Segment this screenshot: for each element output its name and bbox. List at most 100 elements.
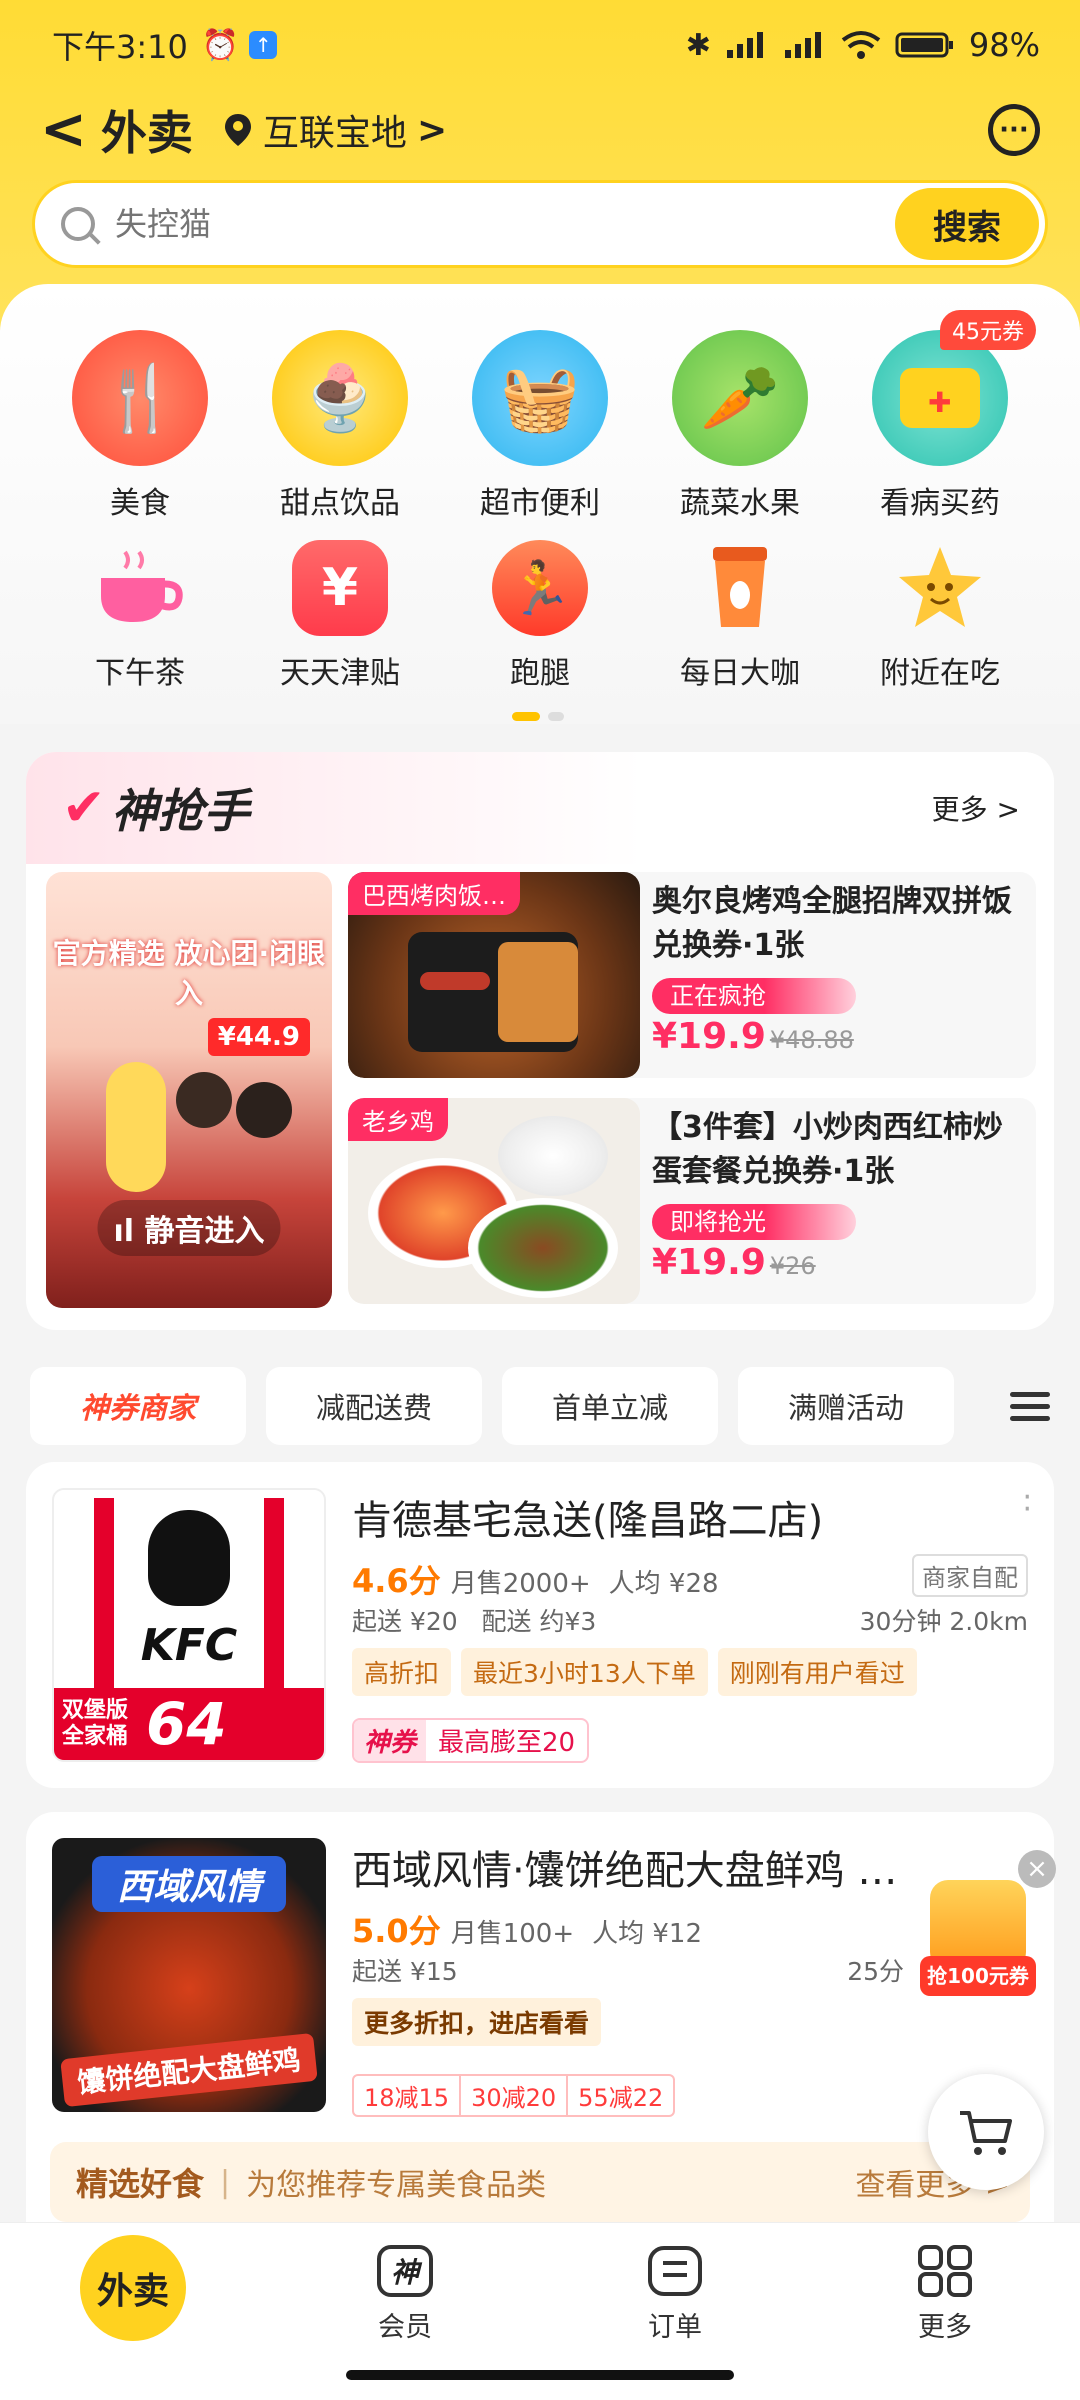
recommend-desc: 为您推荐专属美食品类	[246, 2168, 547, 2203]
filter-gift-promo[interactable]: 满赠活动	[738, 1367, 954, 1445]
category-label: 甜点饮品	[280, 486, 400, 521]
cart-button[interactable]	[928, 2074, 1044, 2190]
deal-status: 正在疯抢	[652, 978, 856, 1014]
filter-menu-icon[interactable]	[1010, 1391, 1050, 1421]
category-label: 下午茶	[95, 656, 185, 691]
store-tag: 最近3小时13人下单	[461, 1648, 708, 1696]
nav-waimai[interactable]: 外卖	[80, 2235, 186, 2341]
message-icon[interactable]: ···	[988, 104, 1040, 156]
status-time: 下午3:10	[52, 28, 188, 66]
mute-enter-button[interactable]: ıl 静音进入	[97, 1200, 281, 1256]
deal-shop-tag: 老乡鸡	[348, 1098, 448, 1141]
category-daily-allowance[interactable]: ¥ 天天津贴	[240, 540, 440, 692]
store-time-distance: 30分钟 2.0km	[859, 1607, 1028, 1636]
kfc-logo-text: KFC	[140, 1620, 238, 1671]
category-supermarket[interactable]: 🧺 超市便利	[440, 330, 640, 522]
home-indicator[interactable]	[346, 2370, 734, 2380]
store-rating: 5.0分	[352, 1912, 441, 1950]
nav-orders[interactable]: 订单	[605, 2245, 745, 2344]
search-button[interactable]: 搜索	[895, 188, 1039, 260]
kfc-logo-icon	[148, 1510, 230, 1606]
category-errand[interactable]: 🏃 跑腿	[440, 540, 640, 692]
medicine-kit-icon: ✚ 45元券	[872, 310, 1036, 466]
category-food[interactable]: 🍴 美食	[40, 330, 240, 522]
thumb-promo-text: 双堡版全家桶	[62, 1698, 129, 1749]
store-time-distance: 25分	[847, 1957, 904, 1986]
deal-shop-tag: 巴西烤肉饭…	[348, 872, 520, 915]
store-min-order: 起送 ¥15	[352, 1957, 458, 1986]
recommend-title: 精选好食	[76, 2165, 205, 2203]
coupon-chip: 55减22	[568, 2074, 676, 2117]
utensils-icon: 🍴	[72, 330, 208, 466]
category-daily-coffee[interactable]: 每日大咖	[640, 540, 840, 692]
search-icon	[61, 207, 95, 241]
nav-label: 更多	[918, 2312, 972, 2343]
location-selector[interactable]: 互联宝地 >	[223, 104, 447, 156]
live-stream-card[interactable]: 官方精选 放心团·闭眼入 ¥44.9 ıl 静音进入	[46, 872, 332, 1308]
search-input[interactable]	[115, 205, 895, 243]
flash-more-link[interactable]: 更多 >	[932, 788, 1020, 828]
basket-icon: 🧺	[472, 330, 608, 466]
yuan-coupon-icon: ¥	[292, 540, 388, 636]
store-name: 肯德基宅急送(隆昌路二店)	[352, 1498, 824, 1544]
coupon-chip: 30减20	[461, 2074, 569, 2117]
page-indicator	[512, 712, 564, 721]
store-card[interactable]: 西域风情 馕饼绝配大盘鲜鸡 西域风情·馕饼绝配大盘鲜鸡 … 5.0分 月售100…	[26, 1812, 1054, 2252]
store-coupon: 神券 最高膨至20	[352, 1718, 590, 1763]
live-headline: 官方精选 放心团·闭眼入	[52, 937, 326, 1010]
nav-more[interactable]: 更多	[875, 2245, 1015, 2344]
deal-image: 老乡鸡	[348, 1098, 640, 1304]
deal-item[interactable]: 巴西烤肉饭… 奥尔良烤鸡全腿招牌双拼饭兑换券·1张 正在疯抢 ¥19.9 ¥48.…	[348, 872, 1036, 1078]
category-medicine[interactable]: ✚ 45元券 看病买药	[840, 310, 1040, 522]
location-name: 互联宝地	[262, 113, 407, 154]
deal-name: 【3件套】小炒肉西红柿炒蛋套餐兑换券·1张	[652, 1110, 1003, 1189]
category-panel: 🍴 美食 🍨 甜点饮品 🧺 超市便利 🥕 蔬菜水果 ✚ 45元券 看病买药 下午…	[0, 284, 1080, 724]
cart-icon	[960, 2111, 1012, 2155]
app-header: < 外卖 互联宝地 > ···	[40, 100, 1040, 160]
battery-icon	[895, 32, 953, 58]
store-avg-price: 人均 ¥12	[592, 1919, 703, 1949]
more-options-icon[interactable]: · ·	[1022, 1483, 1032, 1525]
back-button[interactable]: <	[40, 102, 87, 158]
filter-first-order[interactable]: 首单立减	[502, 1367, 718, 1445]
store-rating-row: 5.0分 月售100+ 人均 ¥12	[352, 1906, 702, 1952]
deal-item[interactable]: 老乡鸡 【3件套】小炒肉西红柿炒蛋套餐兑换券·1张 即将抢光 ¥19.9 ¥26	[348, 1098, 1036, 1304]
store-card[interactable]: KFC 双堡版全家桶 64 肯德基宅急送(隆昌路二店) · · 4.6分 月售20…	[26, 1462, 1054, 1788]
store-monthly-sales: 月售2000+	[450, 1569, 591, 1599]
store-rating-row: 4.6分 月售2000+ 人均 ¥28	[352, 1556, 719, 1602]
star-face-icon	[892, 540, 988, 636]
category-dessert[interactable]: 🍨 甜点饮品	[240, 330, 440, 522]
filter-coupon-merchant[interactable]: 神券商家	[30, 1367, 246, 1445]
close-icon[interactable]: ×	[1018, 1850, 1056, 1888]
category-label: 美食	[110, 486, 170, 521]
deal-name: 奥尔良烤鸡全腿招牌双拼饭兑换券·1张	[652, 884, 1012, 963]
category-label: 超市便利	[480, 486, 600, 521]
store-name: 西域风情·馕饼绝配大盘鲜鸡 …	[352, 1848, 898, 1894]
store-tag: 更多折扣，进店看看	[352, 1998, 602, 2046]
nav-label: 会员	[378, 2312, 432, 2343]
member-icon: 神	[377, 2245, 433, 2297]
category-vegetables[interactable]: 🥕 蔬菜水果	[640, 330, 840, 522]
store-thumb-promo: 双堡版全家桶 64	[54, 1688, 324, 1760]
store-rating: 4.6分	[352, 1562, 441, 1600]
recommend-banner[interactable]: 精选好食 | 为您推荐专属美食品类 查看更多 >	[50, 2142, 1030, 2222]
category-label: 附近在吃	[880, 656, 1000, 691]
wifi-icon	[841, 31, 881, 59]
upload-notification-icon: ↑	[249, 31, 278, 59]
category-afternoon-tea[interactable]: 下午茶	[40, 540, 240, 692]
nav-member[interactable]: 神 会员	[335, 2245, 475, 2344]
dessert-icon: 🍨	[272, 330, 408, 466]
live-price: ¥44.9	[207, 1018, 310, 1056]
thumb-title: 西域风情	[92, 1856, 286, 1912]
store-delivery-fee: 配送 约¥3	[481, 1607, 597, 1636]
category-nearby[interactable]: 附近在吃	[840, 540, 1040, 692]
deal-price-value: ¥19.9	[652, 1242, 766, 1283]
self-delivery-badge: 商家自配	[912, 1554, 1028, 1597]
floating-promo[interactable]: 抢100元券	[920, 1880, 1036, 2010]
nav-label: 订单	[648, 2312, 702, 2343]
deal-status: 即将抢光	[652, 1204, 856, 1240]
store-monthly-sales: 月售100+	[450, 1919, 575, 1949]
float-promo-label: 抢100元券	[920, 1956, 1036, 1996]
vegetable-icon: 🥕	[672, 330, 808, 466]
filter-reduced-delivery[interactable]: 减配送费	[266, 1367, 482, 1445]
